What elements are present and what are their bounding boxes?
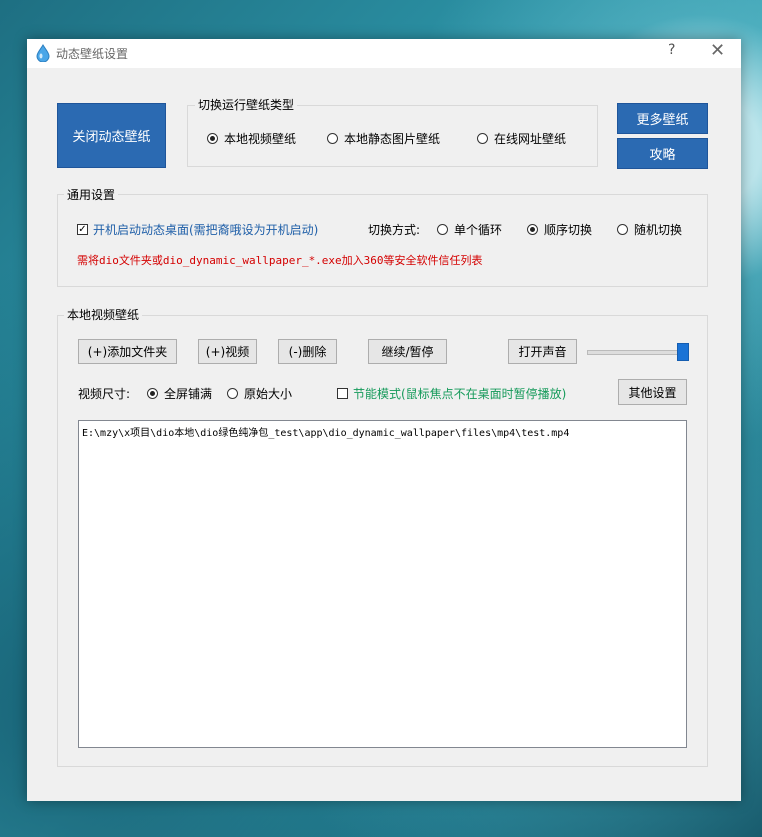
general-settings-group xyxy=(57,194,708,287)
radio-dot xyxy=(477,133,488,144)
title-bar: 动态壁纸设置 ? ✕ xyxy=(27,39,741,68)
radio-fullscreen[interactable]: 全屏铺满 xyxy=(147,385,212,402)
more-wallpapers-button[interactable]: 更多壁纸 xyxy=(617,103,708,134)
radio-dot xyxy=(327,133,338,144)
guide-button[interactable]: 攻略 xyxy=(617,138,708,169)
delete-button[interactable]: (-)删除 xyxy=(278,339,337,364)
radio-online-url[interactable]: 在线网址壁纸 xyxy=(477,130,566,147)
radio-label: 本地视频壁纸 xyxy=(224,132,297,146)
window-title: 动态壁纸设置 xyxy=(56,47,129,61)
radio-dot xyxy=(147,388,158,399)
radio-sequential[interactable]: 顺序切换 xyxy=(527,221,592,238)
radio-dot xyxy=(437,224,448,235)
power-saving-checkbox[interactable]: 节能模式(鼠标焦点不在桌面时暂停播放) xyxy=(337,385,566,402)
radio-label: 在线网址壁纸 xyxy=(494,132,567,146)
water-drop-icon xyxy=(36,44,50,62)
continue-pause-button[interactable]: 继续/暂停 xyxy=(368,339,447,364)
volume-slider-track[interactable] xyxy=(587,350,681,355)
radio-original-size[interactable]: 原始大小 xyxy=(227,385,292,402)
radio-label: 随机切换 xyxy=(634,223,683,237)
power-saving-label: 节能模式(鼠标焦点不在桌面时暂停播放) xyxy=(353,387,567,401)
autostart-checkbox[interactable]: ✓ 开机启动动态桌面(需把裔哦设为开机启动) xyxy=(77,221,318,238)
video-file-list[interactable]: E:\mzy\x项目\dio本地\dio绿色纯净包_test\app\dio_d… xyxy=(78,420,687,748)
radio-dot xyxy=(617,224,628,235)
list-item[interactable]: E:\mzy\x项目\dio本地\dio绿色纯净包_test\app\dio_d… xyxy=(82,424,683,439)
trust-list-warning: 需将dio文件夹或dio_dynamic_wallpaper_*.exe加入36… xyxy=(77,254,483,267)
help-button[interactable]: ? xyxy=(668,42,675,58)
close-dynamic-wallpaper-button[interactable]: 关闭动态壁纸 xyxy=(57,103,166,168)
checkbox-box: ✓ xyxy=(77,224,88,235)
radio-label: 本地静态图片壁纸 xyxy=(344,132,441,146)
wallpaper-type-group-label: 切换运行壁纸类型 xyxy=(195,96,298,113)
general-settings-label: 通用设置 xyxy=(64,186,119,203)
radio-dot xyxy=(227,388,238,399)
volume-slider-thumb[interactable] xyxy=(677,343,689,361)
radio-single-loop[interactable]: 单个循环 xyxy=(437,221,502,238)
radio-local-image[interactable]: 本地静态图片壁纸 xyxy=(327,130,440,147)
radio-random[interactable]: 随机切换 xyxy=(617,221,682,238)
close-button[interactable]: ✕ xyxy=(710,40,725,61)
radio-dot xyxy=(527,224,538,235)
switch-mode-label: 切换方式: xyxy=(368,223,421,237)
radio-dot xyxy=(207,133,218,144)
checkbox-box xyxy=(337,388,348,399)
add-video-button[interactable]: (+)视频 xyxy=(198,339,257,364)
local-video-label: 本地视频壁纸 xyxy=(64,306,143,323)
open-sound-button[interactable]: 打开声音 xyxy=(508,339,577,364)
settings-window: 动态壁纸设置 ? ✕ 关闭动态壁纸 切换运行壁纸类型 本地视频壁纸 本地静态图片… xyxy=(27,39,741,801)
video-size-label: 视频尺寸: xyxy=(78,387,131,401)
other-settings-button[interactable]: 其他设置 xyxy=(618,379,687,405)
autostart-label: 开机启动动态桌面(需把裔哦设为开机启动) xyxy=(93,223,319,237)
radio-label: 原始大小 xyxy=(244,387,293,401)
radio-label: 单个循环 xyxy=(454,223,503,237)
radio-local-video[interactable]: 本地视频壁纸 xyxy=(207,130,296,147)
add-folder-button[interactable]: (+)添加文件夹 xyxy=(78,339,177,364)
radio-label: 顺序切换 xyxy=(544,223,593,237)
radio-label: 全屏铺满 xyxy=(164,387,213,401)
